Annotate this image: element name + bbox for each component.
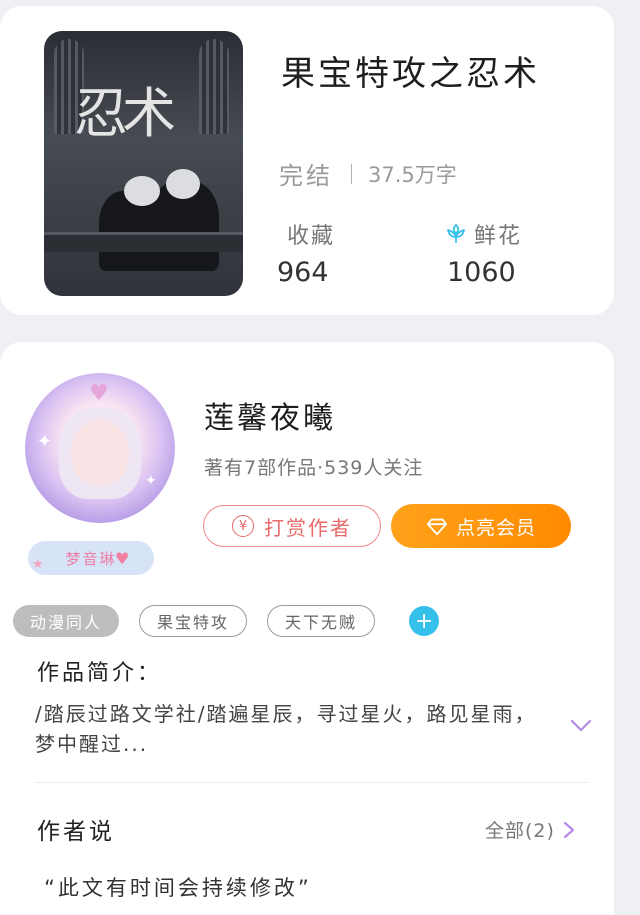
book-info-card: 忍术 果宝特攻之忍术 完结 37.5万字 收藏 964 鲜花 1060 [0, 6, 614, 315]
book-meta: 完结 37.5万字 [279, 156, 457, 191]
cover-title-art: 忍术 [74, 82, 176, 145]
tip-author-label: 打赏作者 [264, 515, 352, 540]
intro-text: /踏辰过路文学社/踏遍星辰，寻过星火，路见星雨，梦中醒过... [35, 702, 537, 756]
cover-figure-hair [166, 169, 200, 199]
diamond-icon [426, 518, 448, 536]
flowers-label-group[interactable]: 鲜花 [444, 218, 522, 250]
tag-list: 动漫同人 果宝特攻 天下无贼 + [13, 605, 440, 637]
favorites-count: 964 [277, 257, 329, 288]
star-icon: ✦ [145, 473, 157, 489]
word-count: 37.5万字 [368, 162, 457, 187]
author-stats: 著有7部作品·539人关注 [204, 457, 424, 479]
heart-icon: ♥ [115, 549, 130, 568]
author-says-quote: “此文有时间会持续修改” [44, 876, 312, 900]
tag-item[interactable]: 天下无贼 [267, 605, 376, 637]
meta-divider [351, 163, 352, 184]
star-icon: ★ [32, 557, 44, 572]
chevron-down-icon[interactable] [570, 719, 592, 733]
star-icon: ✦ [37, 431, 53, 452]
author-card: ♥ ✦ ✦ 梦音琳 ♥ ★ 莲馨夜曦 著有7部作品·539人关注 ¥ 打赏作者 … [0, 342, 614, 915]
tag-item[interactable]: 动漫同人 [13, 605, 120, 637]
intro-label: 作品简介： [37, 661, 163, 686]
avatar-frame-badge: 梦音琳 [28, 541, 154, 575]
book-title: 果宝特攻之忍术 [281, 54, 540, 94]
yen-icon: ¥ [232, 515, 254, 537]
cover-figure-hair [124, 176, 160, 206]
avatar-face [71, 419, 129, 485]
flowers-label: 鲜花 [474, 224, 523, 249]
activate-vip-label: 点亮会员 [455, 516, 536, 539]
heart-icon: ♥ [89, 381, 109, 406]
section-divider [34, 782, 588, 783]
favorites-label: 收藏 [287, 224, 336, 249]
plus-icon[interactable]: + [409, 606, 440, 636]
author-name[interactable]: 莲馨夜曦 [204, 393, 336, 437]
flowers-count: 1060 [447, 257, 516, 288]
cover-bench [44, 232, 243, 252]
book-status: 完结 [279, 162, 333, 190]
view-all-label: 全部(2) [485, 820, 555, 842]
author-says-label: 作者说 [37, 819, 115, 845]
flower-icon [447, 224, 465, 243]
activate-vip-button[interactable]: 点亮会员 [391, 504, 571, 548]
view-all-link[interactable]: 全部(2) [485, 816, 575, 843]
chevron-right-icon [563, 821, 575, 838]
tip-author-button[interactable]: ¥ 打赏作者 [203, 505, 381, 547]
book-cover[interactable]: 忍术 [44, 31, 243, 296]
author-avatar[interactable]: ♥ ✦ ✦ [25, 373, 175, 523]
cover-window-decoration [199, 39, 229, 134]
tag-item[interactable]: 果宝特攻 [139, 605, 248, 637]
